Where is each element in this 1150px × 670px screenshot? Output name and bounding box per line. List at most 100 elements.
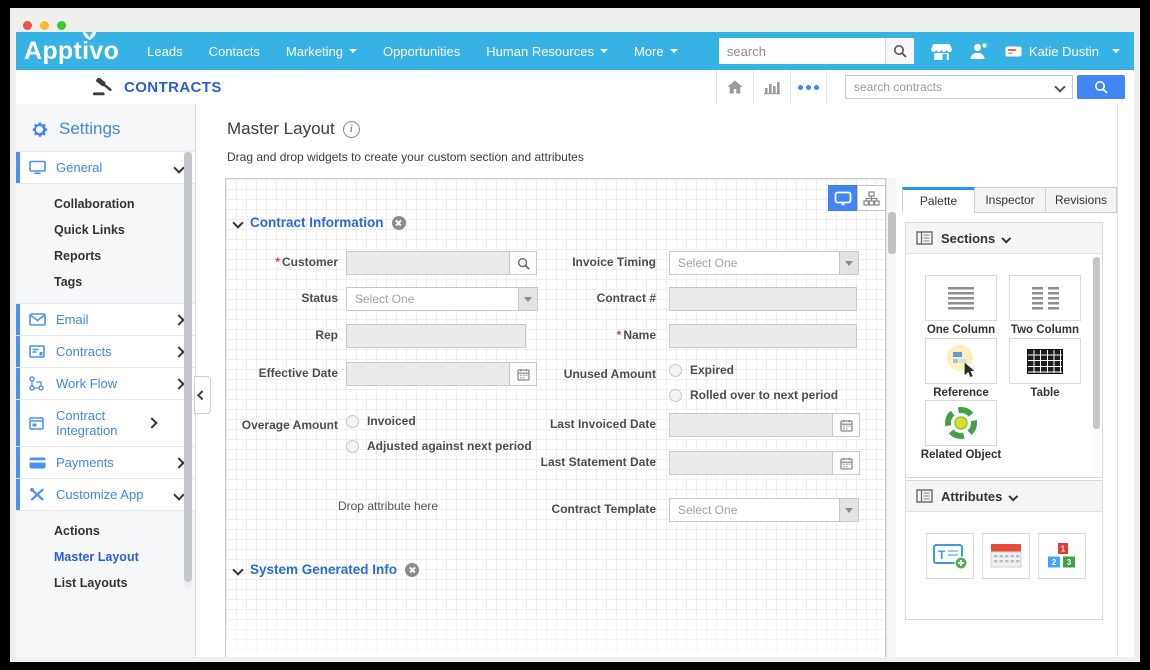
- select-arrow[interactable]: [839, 252, 858, 274]
- chevron-left-icon: [198, 390, 207, 399]
- layout-canvas[interactable]: Contract Information *Customer Status: [225, 178, 886, 657]
- contracts-search-button[interactable]: [1077, 75, 1125, 99]
- remove-section-icon[interactable]: [405, 563, 419, 577]
- global-search-button[interactable]: [885, 38, 914, 64]
- field-row-rep: Rep: [226, 324, 526, 348]
- sidebar-group-contract-integration[interactable]: Contract Integration: [16, 399, 195, 447]
- user-menu[interactable]: Katie Dustin: [1005, 44, 1120, 59]
- nav-item-marketing[interactable]: Marketing: [286, 44, 357, 59]
- scrollbar-thumb[interactable]: [888, 212, 896, 254]
- radio-button[interactable]: [346, 415, 359, 428]
- sidebar-item-master-layout[interactable]: Master Layout: [16, 544, 195, 570]
- field-row-name: *Name: [536, 324, 857, 348]
- caret-down-icon: [670, 49, 678, 53]
- sidebar-item-quick-links[interactable]: Quick Links: [16, 217, 195, 243]
- nav-item-human-resources[interactable]: Human Resources: [486, 44, 608, 59]
- sidebar-item-list-layouts[interactable]: List Layouts: [16, 570, 195, 596]
- radio-button[interactable]: [346, 440, 359, 453]
- radio-button[interactable]: [669, 364, 682, 377]
- sidebar-group-general[interactable]: General: [16, 151, 195, 184]
- attribute-number-widget[interactable]: 123: [1038, 533, 1086, 579]
- global-search-input[interactable]: [719, 38, 885, 64]
- field-row-customer: *Customer: [226, 251, 537, 275]
- home-button[interactable]: [716, 70, 753, 104]
- section-header-system-generated-info[interactable]: System Generated Info: [234, 562, 419, 577]
- scrollbar-thumb[interactable]: [184, 152, 192, 582]
- sections-group-header[interactable]: Sections: [906, 223, 1102, 254]
- radio-button[interactable]: [669, 389, 682, 402]
- status-select[interactable]: Select One: [346, 287, 538, 311]
- widget-two-column[interactable]: [1009, 275, 1081, 321]
- sidebar-collapse-handle[interactable]: [194, 376, 211, 414]
- canvas-view-toggles: [828, 185, 886, 211]
- remove-section-icon[interactable]: [392, 216, 406, 230]
- select-arrow[interactable]: [518, 288, 537, 310]
- sidebar-item-actions[interactable]: Actions: [16, 518, 195, 544]
- minimize-window-icon[interactable]: [40, 21, 49, 30]
- widget-related-object[interactable]: [925, 400, 997, 446]
- list-icon: [916, 489, 933, 503]
- workflow-icon: [29, 376, 50, 391]
- sidebar-item-tags[interactable]: Tags: [16, 269, 195, 295]
- sidebar-group-payments[interactable]: Payments: [16, 446, 195, 479]
- close-window-icon[interactable]: [23, 21, 32, 30]
- sidebar-group-customize-app[interactable]: Customize App: [16, 478, 195, 511]
- app-store-icon[interactable]: [930, 42, 953, 61]
- nav-item-leads[interactable]: Leads: [147, 44, 182, 59]
- scrollbar-thumb[interactable]: [1093, 257, 1100, 429]
- maximize-window-icon[interactable]: [57, 21, 66, 30]
- search-icon: [893, 44, 907, 58]
- user-notifications-icon[interactable]: [969, 42, 989, 60]
- unused-option-expired: Expired: [669, 363, 838, 377]
- customer-lookup-button[interactable]: [510, 251, 537, 275]
- window-frame: Apptivo Leads Contacts Marketing Opportu…: [10, 8, 1140, 662]
- main-menu: Leads Contacts Marketing Opportunities H…: [147, 44, 677, 59]
- tab-inspector[interactable]: Inspector: [974, 187, 1046, 213]
- section-header-contract-information[interactable]: Contract Information: [234, 215, 406, 230]
- last-statement-date-input[interactable]: [669, 451, 833, 475]
- contract-number-input[interactable]: [669, 287, 857, 311]
- nav-item-opportunities[interactable]: Opportunities: [383, 44, 460, 59]
- customer-input[interactable]: [346, 251, 510, 275]
- info-icon[interactable]: [343, 121, 360, 138]
- contracts-search-combo: [845, 75, 1073, 99]
- tree-view-toggle[interactable]: [857, 185, 886, 211]
- select-value: Select One: [670, 252, 839, 274]
- widget-one-column[interactable]: [925, 275, 997, 321]
- form-view-toggle[interactable]: [828, 185, 857, 211]
- search-options-dropdown[interactable]: [1048, 83, 1072, 91]
- sidebar-group-email[interactable]: Email: [16, 303, 195, 336]
- invoice-timing-select[interactable]: Select One: [669, 251, 859, 275]
- canvas-scrollbar[interactable]: [886, 178, 896, 657]
- widget-reference[interactable]: [925, 338, 997, 384]
- leaf-icon: [82, 32, 97, 41]
- more-tools-button[interactable]: [790, 70, 827, 104]
- attributes-group-header[interactable]: Attributes: [906, 481, 1102, 512]
- sidebar-scrollbar[interactable]: [184, 150, 192, 588]
- sidebar-group-work-flow[interactable]: Work Flow: [16, 367, 195, 400]
- name-input[interactable]: [669, 324, 857, 348]
- app-header-bar: CONTRACTS: [16, 70, 1134, 105]
- tab-revisions[interactable]: Revisions: [1045, 187, 1117, 213]
- contracts-search-input[interactable]: [846, 80, 1048, 94]
- last-invoiced-date-picker-button[interactable]: [833, 413, 860, 437]
- apptivo-logo[interactable]: Apptivo: [24, 32, 119, 70]
- tab-palette[interactable]: Palette: [902, 187, 975, 213]
- nav-item-more[interactable]: More: [634, 44, 678, 59]
- sidebar-item-collaboration[interactable]: Collaboration: [16, 191, 195, 217]
- rep-input[interactable]: [346, 324, 526, 348]
- sidebar-group-contracts[interactable]: Contracts: [16, 335, 195, 368]
- palette-scrollbar[interactable]: [1093, 255, 1100, 473]
- select-arrow[interactable]: [839, 499, 858, 521]
- reports-button[interactable]: [753, 70, 790, 104]
- last-invoiced-date-input[interactable]: [669, 413, 833, 437]
- effective-date-input[interactable]: [346, 362, 510, 386]
- last-statement-date-picker-button[interactable]: [833, 451, 860, 475]
- effective-date-picker-button[interactable]: [510, 362, 537, 386]
- widget-table[interactable]: [1009, 338, 1081, 384]
- contract-template-select[interactable]: Select One: [669, 498, 859, 522]
- nav-item-contacts[interactable]: Contacts: [209, 44, 260, 59]
- sidebar-item-reports[interactable]: Reports: [16, 243, 195, 269]
- attribute-date-widget[interactable]: [982, 533, 1030, 579]
- attribute-text-widget[interactable]: T: [926, 533, 974, 579]
